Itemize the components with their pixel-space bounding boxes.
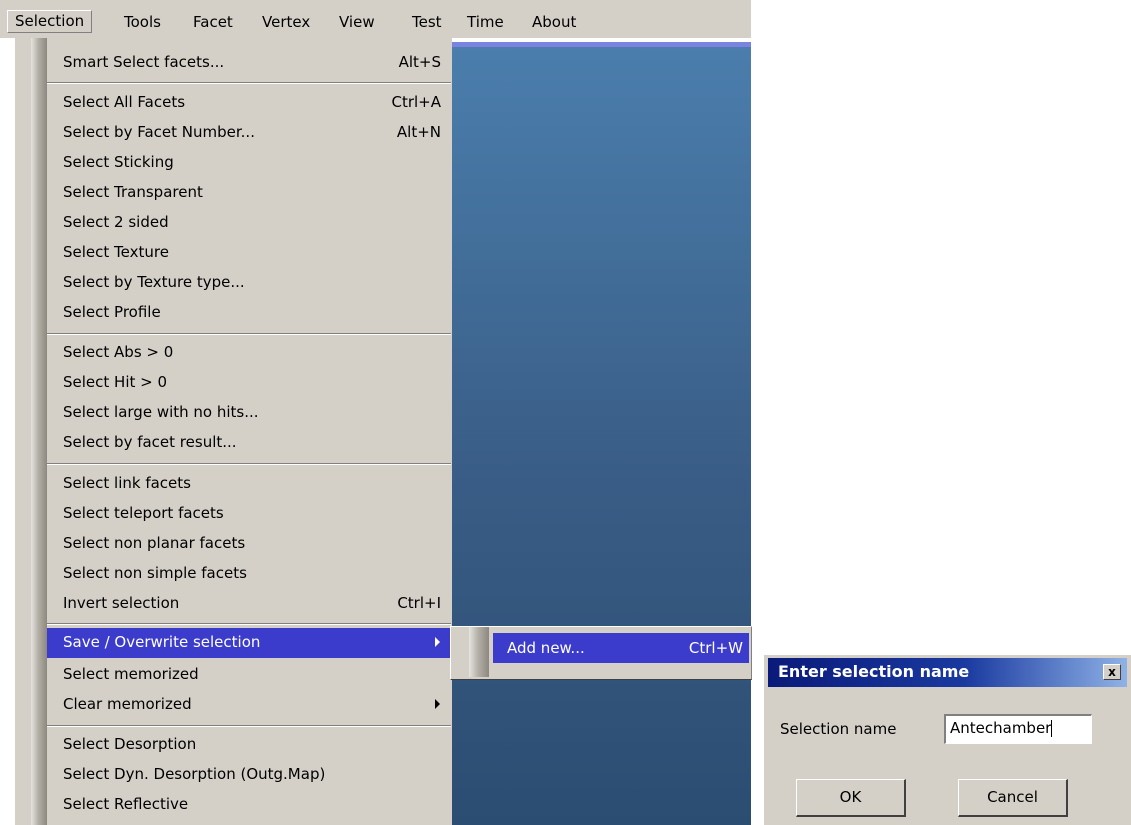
- save-selection-submenu: Add new... Ctrl+W: [450, 626, 752, 680]
- dialog-titlebar[interactable]: Enter selection name x: [768, 658, 1127, 687]
- menu-vertex[interactable]: Vertex: [262, 12, 310, 32]
- viewport-top-line: [449, 42, 751, 47]
- menu-item-label: Select teleport facets: [63, 504, 224, 522]
- menu-item-select-memorized[interactable]: Select memorized: [47, 660, 451, 690]
- menu-item-label: Select Reflective: [63, 795, 189, 813]
- menu-item-shortcut: Ctrl+I: [397, 594, 441, 612]
- menu-about[interactable]: About: [532, 12, 576, 32]
- menu-selection[interactable]: Selection: [7, 10, 93, 33]
- cancel-button[interactable]: Cancel: [958, 779, 1068, 817]
- menu-facet[interactable]: Facet: [193, 12, 233, 32]
- menu-item-shortcut: Alt+S: [398, 53, 441, 71]
- menu-separator: [47, 82, 451, 84]
- close-icon[interactable]: x: [1103, 664, 1121, 680]
- menu-item-select-profile[interactable]: Select Profile: [47, 298, 451, 328]
- menu-item-shortcut: Ctrl+A: [391, 93, 441, 111]
- dialog-title: Enter selection name: [778, 662, 970, 681]
- menu-item-label: Select 2 sided: [63, 213, 169, 231]
- text-caret: [1051, 720, 1053, 737]
- menu-item-label: Select non simple facets: [63, 564, 247, 582]
- menu-item-label: Select Sticking: [63, 153, 174, 171]
- menu-view[interactable]: View: [339, 12, 375, 32]
- menu-item-label: Select by facet result...: [63, 433, 237, 451]
- menu-item-label: Select All Facets: [63, 93, 186, 111]
- menu-item-label: Clear memorized: [63, 695, 192, 713]
- submenu-arrow-icon: [435, 637, 440, 647]
- selection-dropdown-menu: Smart Select facets... Alt+S Select All …: [14, 38, 452, 825]
- menu-item-label: Select by Facet Number...: [63, 123, 255, 141]
- menu-item-select-sticking[interactable]: Select Sticking: [47, 148, 451, 178]
- menu-item-select-all-facets[interactable]: Select All Facets Ctrl+A: [47, 88, 451, 118]
- menu-item-select-2-sided[interactable]: Select 2 sided: [47, 208, 451, 238]
- menu-tools[interactable]: Tools: [124, 12, 161, 32]
- menu-item-label: Select large with no hits...: [63, 403, 259, 421]
- menu-item-label: Select link facets: [63, 474, 191, 492]
- menu-item-select-by-texture-type[interactable]: Select by Texture type...: [47, 268, 451, 298]
- menu-item-select-reflective[interactable]: Select Reflective: [47, 790, 451, 820]
- menu-item-label: Select memorized: [63, 665, 199, 683]
- enter-selection-name-dialog: Enter selection name x Selection name An…: [762, 653, 1131, 825]
- menu-item-label: Save / Overwrite selection: [63, 633, 261, 651]
- menu-bar: Selection Tools Facet Vertex View Test T…: [0, 0, 751, 38]
- submenu-arrow-icon: [435, 699, 440, 709]
- menu-item-clear-memorized[interactable]: Clear memorized: [47, 690, 451, 720]
- submenu-item-shortcut: Ctrl+W: [688, 639, 743, 657]
- menu-item-save-overwrite-selection[interactable]: Save / Overwrite selection: [47, 628, 451, 658]
- menu-item-label: Select Transparent: [63, 183, 203, 201]
- menu-item-label: Select Dyn. Desorption (Outg.Map): [63, 765, 326, 783]
- menu-item-label: Smart Select facets...: [63, 53, 225, 71]
- menu-item-label: Select Texture: [63, 243, 169, 261]
- menu-item-select-large-no-hits[interactable]: Select large with no hits...: [47, 398, 451, 428]
- menu-test[interactable]: Test: [412, 12, 442, 32]
- ok-button[interactable]: OK: [796, 779, 906, 817]
- menu-item-select-texture[interactable]: Select Texture: [47, 238, 451, 268]
- menu-gutter: [31, 38, 47, 825]
- menu-item-select-dyn-desorption[interactable]: Select Dyn. Desorption (Outg.Map): [47, 760, 451, 790]
- menu-item-label: Select Desorption: [63, 735, 197, 753]
- menu-item-select-non-planar[interactable]: Select non planar facets: [47, 529, 451, 559]
- menu-item-label: Select Hit > 0: [63, 373, 168, 391]
- menu-item-select-abs[interactable]: Select Abs > 0: [47, 338, 451, 368]
- submenu-item-label: Add new...: [507, 639, 585, 657]
- menu-item-shortcut: Alt+N: [396, 123, 441, 141]
- menu-item-select-link-facets[interactable]: Select link facets: [47, 469, 451, 499]
- menu-item-select-desorption[interactable]: Select Desorption: [47, 730, 451, 760]
- menu-separator: [47, 623, 451, 625]
- menu-item-label: Select non planar facets: [63, 534, 246, 552]
- selection-name-value: Antechamber: [950, 719, 1052, 737]
- menu-item-label: Invert selection: [63, 594, 180, 612]
- submenu-gutter: [469, 627, 489, 677]
- menu-item-select-transparent[interactable]: Select Transparent: [47, 178, 451, 208]
- selection-name-input[interactable]: Antechamber: [944, 714, 1092, 744]
- menu-item-select-hit[interactable]: Select Hit > 0: [47, 368, 451, 398]
- submenu-item-add-new[interactable]: Add new... Ctrl+W: [493, 633, 749, 663]
- menu-item-select-by-facet-number[interactable]: Select by Facet Number... Alt+N: [47, 118, 451, 148]
- menu-item-label: Select Profile: [63, 303, 161, 321]
- menu-item-label: Select by Texture type...: [63, 273, 245, 291]
- menu-item-select-by-facet-result[interactable]: Select by facet result...: [47, 428, 451, 458]
- menu-separator: [47, 333, 451, 335]
- menu-separator: [47, 463, 451, 465]
- menu-item-label: Select Abs > 0: [63, 343, 174, 361]
- viewport[interactable]: [449, 42, 751, 825]
- menu-time[interactable]: Time: [467, 12, 504, 32]
- menu-item-smart-select[interactable]: Smart Select facets... Alt+S: [47, 48, 451, 78]
- selection-name-label: Selection name: [780, 720, 897, 738]
- menu-separator: [47, 725, 451, 727]
- menu-item-select-teleport-facets[interactable]: Select teleport facets: [47, 499, 451, 529]
- menu-item-select-non-simple[interactable]: Select non simple facets: [47, 559, 451, 589]
- menu-item-invert-selection[interactable]: Invert selection Ctrl+I: [47, 589, 451, 619]
